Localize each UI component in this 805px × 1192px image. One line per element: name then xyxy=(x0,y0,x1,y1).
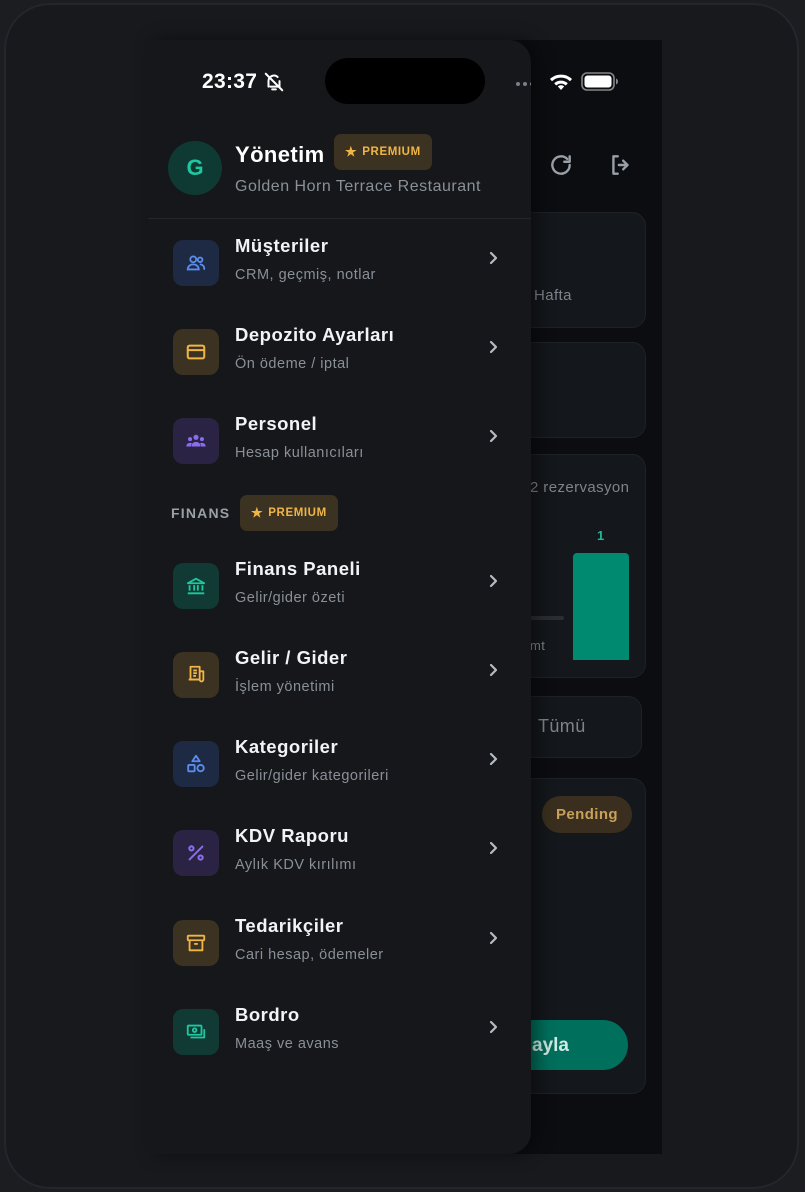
team-icon xyxy=(186,434,206,447)
menu-item-subtitle: Ön ödeme / iptal xyxy=(235,356,350,372)
navigation-drawer: 23:37 G Yönetim ★ PREMIUM Golden Horn Te… xyxy=(148,40,531,1154)
percent-icon xyxy=(188,845,204,861)
drawer-title: Yönetim xyxy=(235,142,325,167)
shapes-icon xyxy=(187,754,205,773)
menu-item-title: Kategoriler xyxy=(235,736,339,757)
menu-item-subtitle: CRM, geçmiş, notlar xyxy=(235,267,376,283)
payroll-icon-box xyxy=(173,1009,219,1055)
menu-item-title: Bordro xyxy=(235,1004,300,1025)
reservation-count-label: 2 rezervasyon xyxy=(530,479,630,496)
avatar: G xyxy=(168,141,222,195)
menu-item-finance-panel[interactable]: Finans Paneli Gelir/gider özeti xyxy=(148,553,531,641)
suppliers-icon-box xyxy=(173,920,219,966)
menu-item-title: KDV Raporu xyxy=(235,825,349,846)
users-icon xyxy=(186,255,206,271)
menu-item-categories[interactable]: Kategoriler Gelir/gider kategorileri xyxy=(148,731,531,819)
chevron-right-icon xyxy=(489,251,498,265)
bank-icon xyxy=(186,577,206,595)
menu-item-deposit-settings[interactable]: Depozito Ayarları Ön ödeme / iptal xyxy=(148,319,531,407)
chart-baseline-stub xyxy=(530,616,564,620)
bell-muted-icon xyxy=(264,72,284,92)
menu-item-staff[interactable]: Personel Hesap kullanıcıları xyxy=(148,408,531,496)
menu-item-vat-report[interactable]: KDV Raporu Aylık KDV kırılımı xyxy=(148,820,531,908)
menu-item-subtitle: Gelir/gider özeti xyxy=(235,590,346,606)
battery-icon xyxy=(581,72,618,91)
finance-panel-icon-box xyxy=(173,563,219,609)
chevron-right-icon xyxy=(489,574,498,588)
refresh-icon[interactable] xyxy=(548,152,574,178)
status-badge: Pending xyxy=(542,796,632,833)
chart-axis-label: mt xyxy=(530,638,546,653)
star-icon: ★ xyxy=(251,505,264,520)
credit-card-icon xyxy=(186,344,206,360)
logout-icon[interactable] xyxy=(608,152,634,178)
chevron-right-icon xyxy=(489,931,498,945)
chevron-right-icon xyxy=(489,340,498,354)
filter-label: Tümü xyxy=(538,716,586,736)
menu-item-title: Müşteriler xyxy=(235,235,329,256)
menu-item-subtitle: Maaş ve avans xyxy=(235,1036,340,1052)
menu-item-suppliers[interactable]: Tedarikçiler Cari hesap, ödemeler xyxy=(148,910,531,998)
menu-item-title: Personel xyxy=(235,413,318,434)
drawer-header: G Yönetim ★ PREMIUM Golden Horn Terrace … xyxy=(148,134,531,219)
restaurant-name: Golden Horn Terrace Restaurant xyxy=(235,178,481,195)
chart-bar xyxy=(573,553,629,660)
vat-report-icon-box xyxy=(173,830,219,876)
chevron-right-icon xyxy=(489,752,498,766)
dynamic-island xyxy=(325,58,485,104)
customers-icon-box xyxy=(173,240,219,286)
confirm-button-label: ayla xyxy=(532,1035,569,1056)
cellular-signal-icon xyxy=(516,82,531,86)
menu-item-title: Tedarikçiler xyxy=(235,915,344,936)
chevron-right-icon xyxy=(489,663,498,677)
archive-icon xyxy=(186,934,206,952)
menu-item-title: Gelir / Gider xyxy=(235,647,348,668)
menu-item-subtitle: Gelir/gider kategorileri xyxy=(235,768,389,784)
menu-item-title: Finans Paneli xyxy=(235,558,361,579)
menu-item-subtitle: Aylık KDV kırılımı xyxy=(235,857,357,873)
menu-item-subtitle: Cari hesap, ödemeler xyxy=(235,947,384,963)
wifi-icon xyxy=(550,74,572,90)
income-expense-icon-box xyxy=(173,652,219,698)
hafta-label: Hafta xyxy=(534,287,572,304)
chevron-right-icon xyxy=(489,429,498,443)
bar-value-label: 1 xyxy=(597,528,605,543)
menu-item-payroll[interactable]: Bordro Maaş ve avans xyxy=(148,999,531,1087)
chevron-right-icon xyxy=(489,841,498,855)
finance-premium-badge: ★ PREMIUM xyxy=(240,495,338,531)
chevron-right-icon xyxy=(489,1020,498,1034)
premium-badge-label: PREMIUM xyxy=(362,146,421,158)
menu-item-title: Depozito Ayarları xyxy=(235,324,395,345)
finance-section-label: FINANS xyxy=(171,505,231,521)
money-icon xyxy=(186,1024,206,1039)
status-time: 23:37 xyxy=(202,70,258,93)
menu-item-subtitle: İşlem yönetimi xyxy=(235,679,335,695)
receipt-icon xyxy=(188,665,205,683)
menu-item-subtitle: Hesap kullanıcıları xyxy=(235,445,364,461)
menu-item-income-expense[interactable]: Gelir / Gider İşlem yönetimi xyxy=(148,642,531,730)
premium-badge-label: PREMIUM xyxy=(268,507,327,519)
premium-badge: ★ PREMIUM xyxy=(334,134,432,170)
staff-icon-box xyxy=(173,418,219,464)
categories-icon-box xyxy=(173,741,219,787)
star-icon: ★ xyxy=(345,144,358,159)
menu-item-customers[interactable]: Müşteriler CRM, geçmiş, notlar xyxy=(148,230,531,318)
deposit-icon-box xyxy=(173,329,219,375)
